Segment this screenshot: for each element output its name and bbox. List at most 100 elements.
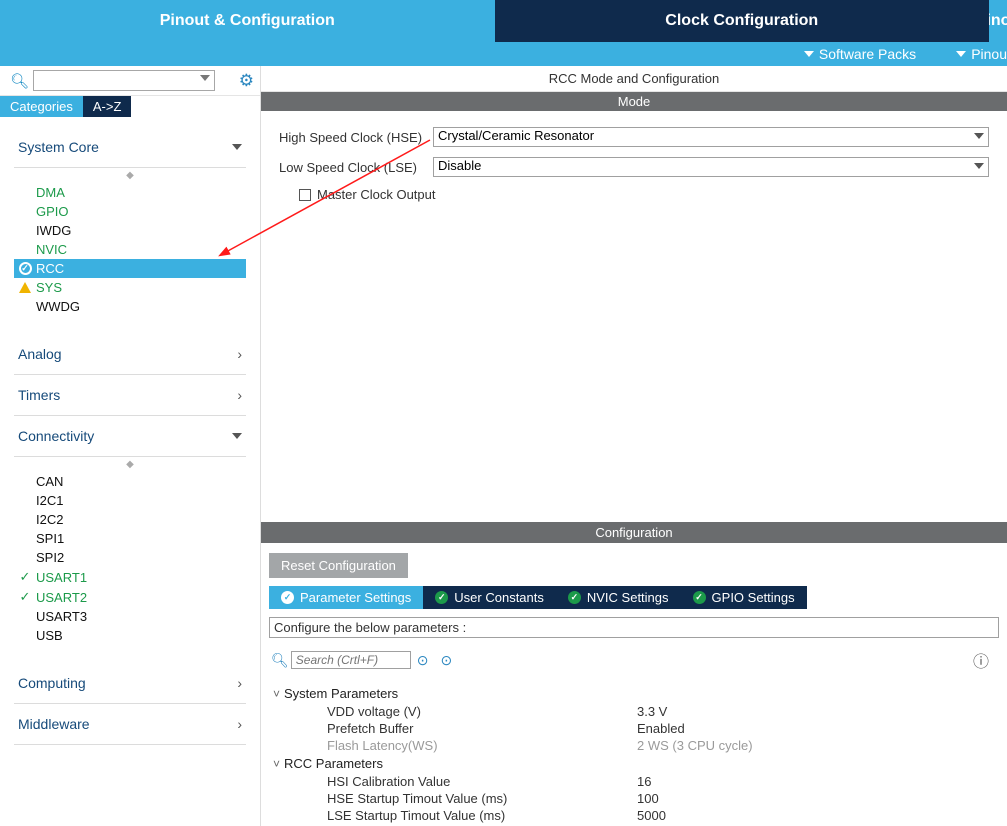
check-circle-icon: ✓ — [435, 591, 448, 604]
check-circle-icon: ✓ — [568, 591, 581, 604]
mco-checkbox[interactable] — [299, 189, 311, 201]
sidebar-item-i2c1[interactable]: I2C1 — [14, 491, 246, 510]
tab-az-label: A->Z — [93, 99, 122, 114]
check-icon: ✓ — [18, 589, 32, 605]
sidebar-item-usart2[interactable]: ✓ USART2 — [14, 587, 246, 607]
category-computing[interactable]: Computing › — [14, 663, 246, 704]
mco-label: Master Clock Output — [317, 187, 436, 202]
category-analog[interactable]: Analog › — [14, 334, 246, 375]
check-circle-icon: ✓ — [281, 591, 294, 604]
search-icon: 🔍︎ — [271, 652, 289, 669]
sidebar-item-usart3[interactable]: USART3 — [14, 607, 246, 626]
param-row-lse-timeout[interactable]: LSE Startup Timout Value (ms)5000 — [273, 807, 995, 824]
sidebar-item-nvic[interactable]: NVIC — [14, 240, 246, 259]
dropdown-software-packs[interactable]: Software Packs — [804, 46, 916, 62]
tab-label: Parameter Settings — [300, 590, 411, 605]
sidebar-item-dma[interactable]: DMA — [14, 183, 246, 202]
param-row-hse-timeout[interactable]: HSE Startup Timout Value (ms)100 — [273, 790, 995, 807]
tab-gpio-settings[interactable]: ✓GPIO Settings — [681, 586, 807, 609]
param-value: 2 WS (3 CPU cycle) — [637, 738, 753, 753]
info-icon[interactable]: ⓘ — [973, 648, 989, 672]
check-circle-icon: ✓ — [18, 262, 32, 275]
lse-select[interactable]: Disable — [433, 157, 989, 177]
gear-icon[interactable]: ⚙ — [239, 71, 254, 91]
tab-pinout-label: Pinout & Configuration — [160, 12, 335, 30]
warning-icon — [18, 282, 32, 293]
param-name: Flash Latency(WS) — [327, 738, 637, 753]
param-row-prefetch[interactable]: Prefetch BufferEnabled — [273, 720, 995, 737]
sidebar-item-label: USART2 — [36, 590, 87, 605]
lse-value: Disable — [438, 158, 481, 173]
param-row-hsi-cal[interactable]: HSI Calibration Value16 — [273, 773, 995, 790]
category-label: Middleware — [18, 716, 90, 732]
sidebar-item-iwdg[interactable]: IWDG — [14, 221, 246, 240]
tab-parameter-settings[interactable]: ✓ Parameter Settings — [269, 586, 423, 609]
config-hint: Configure the below parameters : — [269, 617, 999, 638]
tab-nvic-settings[interactable]: ✓ NVIC Settings — [556, 586, 681, 609]
next-icon[interactable]: ⊙ — [441, 652, 453, 669]
sidebar-item-rcc[interactable]: ✓ RCC — [14, 259, 246, 278]
mode-header: Mode — [261, 92, 1007, 111]
tab-categories[interactable]: Categories — [0, 96, 83, 117]
tab-project-manager[interactable]: Pinou — [989, 0, 1007, 42]
sort-handle-icon[interactable]: ◆ — [14, 457, 246, 472]
param-name: HSI Calibration Value — [327, 774, 637, 789]
left-sidebar: 🔍︎ ⚙ Categories A->Z System Core ◆ DMA G… — [0, 66, 261, 826]
param-row-vdd[interactable]: VDD voltage (V)3.3 V — [273, 703, 995, 720]
tab-label: NVIC Settings — [587, 590, 669, 605]
sort-handle-icon[interactable]: ◆ — [14, 168, 246, 183]
hse-select[interactable]: Crystal/Ceramic Resonator — [433, 127, 989, 147]
reset-config-button[interactable]: Reset Configuration — [269, 553, 408, 578]
param-name: LSE Startup Timout Value (ms) — [327, 808, 637, 823]
chevron-right-icon: › — [237, 387, 242, 403]
dropdown-pinout[interactable]: Pinou — [956, 46, 1007, 62]
chevron-down-icon: ˅ — [273, 687, 280, 701]
tab-label: GPIO Settings — [712, 590, 795, 605]
dropdown-software-label: Software Packs — [819, 46, 916, 62]
sidebar-item-sys[interactable]: SYS — [14, 278, 246, 297]
category-timers[interactable]: Timers › — [14, 375, 246, 416]
param-cat-system[interactable]: ˅System Parameters — [273, 684, 995, 703]
param-value: 5000 — [637, 808, 666, 823]
sidebar-item-spi1[interactable]: SPI1 — [14, 529, 246, 548]
param-search-input[interactable] — [291, 651, 411, 669]
tab-pinout-config[interactable]: Pinout & Configuration — [0, 0, 495, 42]
sidebar-item-usb[interactable]: USB — [14, 626, 246, 645]
tab-a-to-z[interactable]: A->Z — [83, 96, 132, 117]
sidebar-item-label: IWDG — [36, 223, 71, 238]
sidebar-item-label: I2C2 — [36, 512, 63, 527]
category-system-core[interactable]: System Core — [14, 127, 246, 168]
hse-label: High Speed Clock (HSE) — [279, 130, 433, 145]
param-cat-rcc[interactable]: ˅RCC Parameters — [273, 754, 995, 773]
prev-icon[interactable]: ⊙ — [417, 652, 429, 669]
category-label: Timers — [18, 387, 60, 403]
sidebar-item-label: CAN — [36, 474, 63, 489]
sidebar-item-label: RCC — [36, 261, 64, 276]
sidebar-item-can[interactable]: CAN — [14, 472, 246, 491]
category-label: Connectivity — [18, 428, 94, 444]
tab-user-constants[interactable]: ✓ User Constants — [423, 586, 556, 609]
sidebar-item-label: GPIO — [36, 204, 69, 219]
reset-config-label: Reset Configuration — [281, 558, 396, 573]
search-input[interactable] — [33, 70, 215, 91]
sidebar-item-label: I2C1 — [36, 493, 63, 508]
tab-label: User Constants — [454, 590, 544, 605]
param-name: Prefetch Buffer — [327, 721, 637, 736]
category-connectivity[interactable]: Connectivity — [14, 416, 246, 457]
sidebar-item-spi2[interactable]: SPI2 — [14, 548, 246, 567]
param-name: VDD voltage (V) — [327, 704, 637, 719]
sidebar-item-i2c2[interactable]: I2C2 — [14, 510, 246, 529]
category-middleware[interactable]: Middleware › — [14, 704, 246, 745]
sidebar-item-usart1[interactable]: ✓USART1 — [14, 567, 246, 587]
search-icon: 🔍︎ — [10, 72, 29, 90]
sidebar-item-label: USART3 — [36, 609, 87, 624]
chevron-down-icon — [232, 144, 242, 150]
chevron-down-icon — [200, 75, 210, 81]
chevron-down-icon — [974, 163, 984, 169]
sidebar-item-wwdg[interactable]: WWDG — [14, 297, 246, 316]
tab-clock-config[interactable]: Clock Configuration — [495, 0, 990, 42]
sidebar-item-label: USB — [36, 628, 63, 643]
tab-clock-label: Clock Configuration — [665, 12, 818, 30]
param-name: HSE Startup Timout Value (ms) — [327, 791, 637, 806]
sidebar-item-gpio[interactable]: GPIO — [14, 202, 246, 221]
